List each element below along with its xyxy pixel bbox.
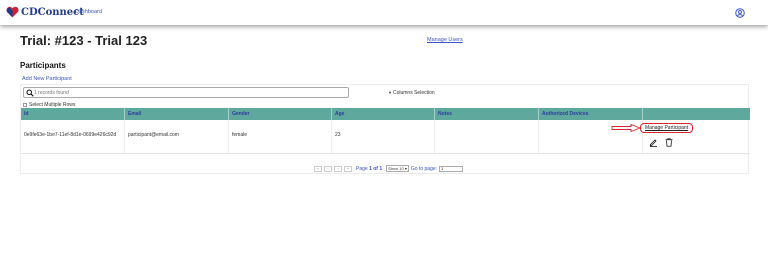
table-row: 0e9fe63e-1be7-11ef-8d1e-0699e426c92d par… [21,120,750,154]
column-header-authorized-devices[interactable]: Authorized Devices [539,108,643,120]
search-icon [26,89,34,97]
page-title: Trial: #123 - Trial 123 [20,33,148,48]
column-header-gender[interactable]: Gender [229,108,332,120]
top-navbar: CDConnect Dashboard [0,0,768,25]
manage-users-link[interactable]: Manage Users [427,37,463,43]
cell-notes [435,120,539,153]
add-new-participant-link[interactable]: Add New Participant [22,76,72,82]
last-page-button[interactable]: » [344,165,352,172]
prev-page-button[interactable]: ‹ [324,165,332,172]
cell-age: 23 [332,120,435,153]
manage-participant-button[interactable]: Manage Participant [640,123,694,133]
caret-down-icon: ▾ [404,166,407,171]
first-page-button[interactable]: « [314,165,322,172]
column-header-id[interactable]: Id [21,108,125,120]
nav-dashboard-link[interactable]: Dashboard [75,9,102,15]
heart-logo-icon [6,6,19,18]
cell-gender: female [229,120,332,153]
trash-icon[interactable] [665,138,673,147]
cell-id: 0e9fe63e-1be7-11ef-8d1e-0699e426c92d [21,120,125,153]
user-account-icon[interactable] [735,8,745,18]
edit-pencil-icon[interactable] [649,138,658,147]
section-title-participants: Participants [20,61,66,70]
next-page-button[interactable]: › [334,165,342,172]
brand-logo[interactable]: CDConnect [6,6,84,18]
table-header-row: Id Email Gender Age Notes Authorized Dev… [21,108,750,120]
columns-selection-label: Columns Selection [392,90,435,96]
goto-page-input[interactable] [439,165,464,172]
page-info: Page 1 of 1 [356,165,383,172]
cell-actions: Manage Participant [611,120,750,153]
column-header-actions [643,108,750,120]
page-size-select[interactable]: Show 10 ▾ [386,165,409,172]
annotation-arrow-icon [611,124,641,132]
column-header-email[interactable]: Email [125,108,229,120]
participants-table: Id Email Gender Age Notes Authorized Dev… [21,108,750,154]
goto-page-label: Go to page: [410,165,438,172]
search-input[interactable] [34,89,334,97]
columns-selection-toggle[interactable]: ▼Columns Selection [388,90,435,96]
column-header-age[interactable]: Age [332,108,435,120]
pagination: « ‹ › » Page 1 of 1 Show 10 ▾ Go to page… [314,165,464,172]
select-multiple-checkbox[interactable] [23,103,27,107]
participants-panel: ▼Columns Selection Select Multiple Rows … [20,84,750,174]
search-box[interactable] [23,87,349,98]
caret-down-icon: ▼ [388,90,392,95]
cell-email: participant@email.com [125,120,229,153]
column-header-notes[interactable]: Notes [435,108,539,120]
